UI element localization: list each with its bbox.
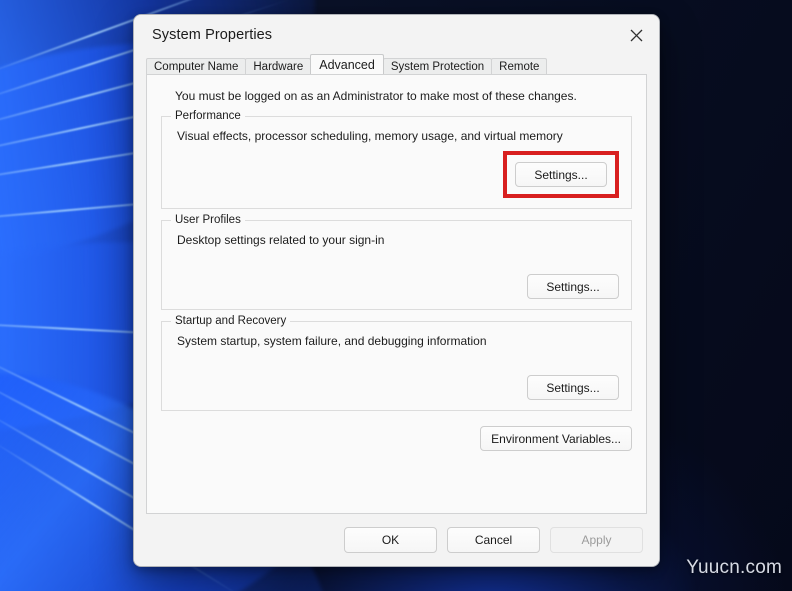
user-profiles-group-title: User Profiles bbox=[171, 214, 245, 226]
user-profiles-group: User Profiles Desktop settings related t… bbox=[161, 214, 632, 310]
ok-button[interactable]: OK bbox=[344, 527, 437, 553]
performance-description: Visual effects, processor scheduling, me… bbox=[177, 129, 563, 143]
cancel-button[interactable]: Cancel bbox=[447, 527, 540, 553]
startup-recovery-group: Startup and Recovery System startup, sys… bbox=[161, 315, 632, 411]
admin-notice-text: You must be logged on as an Administrato… bbox=[175, 89, 577, 103]
highlight-annotation-box: Settings... bbox=[503, 151, 619, 198]
startup-recovery-description: System startup, system failure, and debu… bbox=[177, 334, 487, 348]
window-title: System Properties bbox=[152, 27, 273, 43]
startup-recovery-settings-button[interactable]: Settings... bbox=[527, 375, 619, 400]
tab-system-protection[interactable]: System Protection bbox=[382, 58, 493, 75]
performance-group-title: Performance bbox=[171, 110, 245, 122]
system-properties-dialog: System Properties Computer Name Hardware… bbox=[133, 14, 660, 567]
tab-computer-name[interactable]: Computer Name bbox=[146, 58, 247, 75]
tab-hardware[interactable]: Hardware bbox=[245, 58, 312, 75]
environment-variables-row: Environment Variables... bbox=[161, 426, 632, 451]
advanced-tab-panel: You must be logged on as an Administrato… bbox=[146, 74, 647, 514]
apply-button: Apply bbox=[550, 527, 643, 553]
close-icon[interactable] bbox=[613, 15, 659, 55]
user-profiles-settings-button[interactable]: Settings... bbox=[527, 274, 619, 299]
tab-strip: Computer Name Hardware Advanced System P… bbox=[134, 54, 659, 75]
title-bar[interactable]: System Properties bbox=[134, 15, 659, 55]
environment-variables-button[interactable]: Environment Variables... bbox=[480, 426, 632, 451]
performance-group: Performance Visual effects, processor sc… bbox=[161, 110, 632, 209]
dialog-footer: OK Cancel Apply bbox=[134, 514, 659, 566]
performance-settings-button[interactable]: Settings... bbox=[515, 162, 607, 187]
tab-remote[interactable]: Remote bbox=[491, 58, 548, 75]
startup-recovery-group-title: Startup and Recovery bbox=[171, 315, 291, 327]
user-profiles-description: Desktop settings related to your sign-in bbox=[177, 233, 385, 247]
tab-advanced[interactable]: Advanced bbox=[310, 54, 384, 74]
